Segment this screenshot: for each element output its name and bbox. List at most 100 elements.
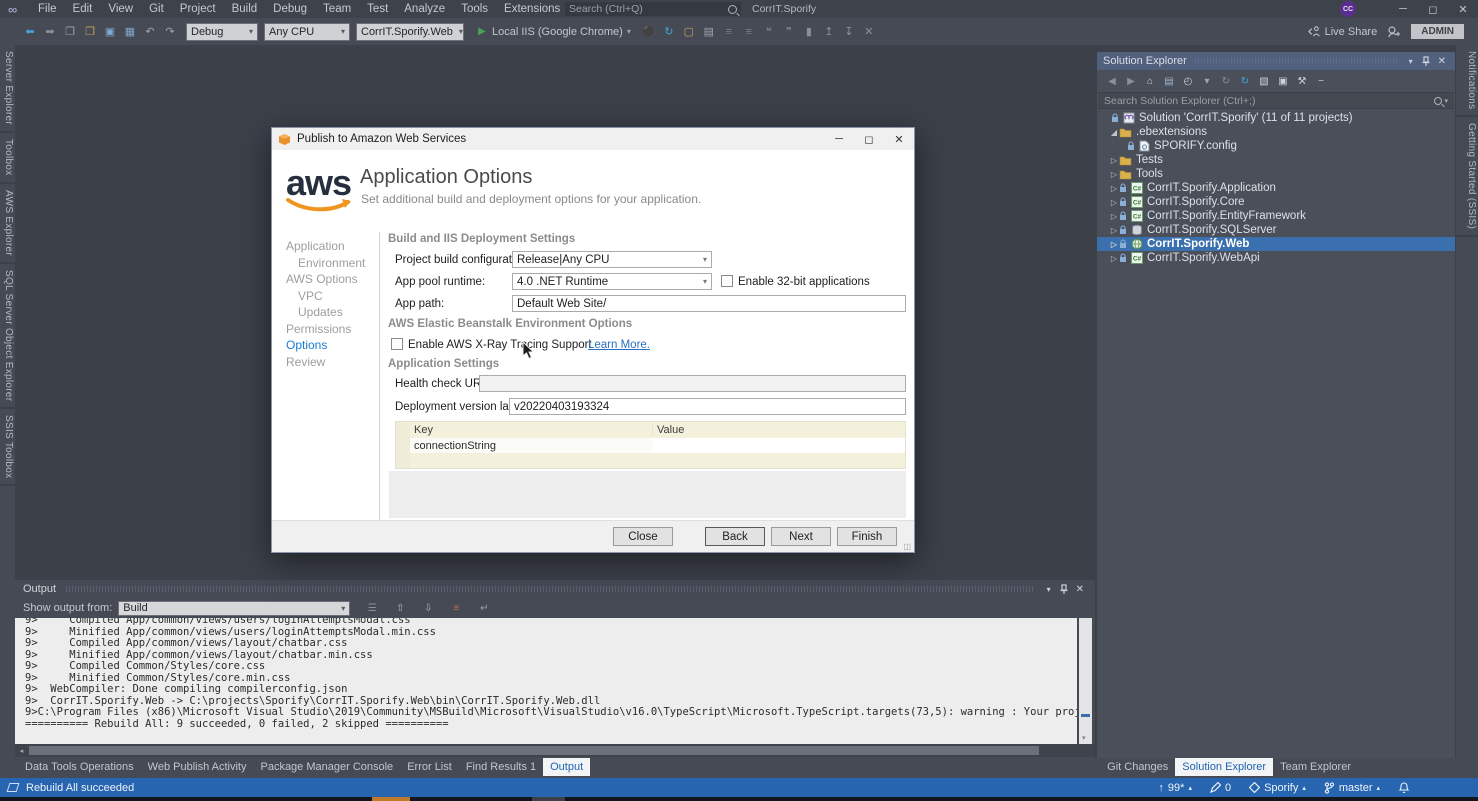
wizard-nav-vpc[interactable]: VPC [286, 288, 365, 305]
side-tab-aws-explorer[interactable]: AWS Explorer [0, 184, 15, 264]
tree-item-corrit-sporify-sqlserver[interactable]: ▷CorrIT.Sporify.SQLServer [1097, 223, 1455, 237]
expander-collapsed-icon[interactable]: ▷ [1109, 156, 1119, 165]
version-input[interactable]: v20220403193324 [509, 398, 906, 415]
scroll-down-icon[interactable]: ▾ [1082, 734, 1086, 742]
properties-icon[interactable]: ▧ [1257, 73, 1271, 89]
indent-icon[interactable]: ≡ [721, 24, 737, 40]
new-project-icon[interactable]: ❐ [62, 24, 78, 40]
tree-item-corrit-sporify-application[interactable]: ▷C#CorrIT.Sporify.Application [1097, 181, 1455, 195]
menu-item-tools[interactable]: Tools [453, 3, 496, 15]
health-check-input[interactable] [479, 375, 906, 392]
expander-collapsed-icon[interactable]: ▷ [1109, 226, 1119, 235]
expander-collapsed-icon[interactable]: ▷ [1109, 170, 1119, 179]
redo-icon[interactable]: ↷ [162, 24, 178, 40]
side-tab-toolbox[interactable]: Toolbox [0, 133, 15, 184]
tree-item-corrit-sporify-core[interactable]: ▷C#CorrIT.Sporify.Core [1097, 195, 1455, 209]
wizard-nav-review[interactable]: Review [286, 354, 365, 371]
tab-data-tools-operations[interactable]: Data Tools Operations [18, 758, 141, 776]
repository-picker[interactable]: Sporify ▴ [1249, 782, 1306, 794]
menu-item-build[interactable]: Build [224, 3, 266, 15]
solution-explorer-titlebar[interactable]: Solution Explorer ▾ ✕ [1097, 52, 1455, 70]
sync-icon[interactable]: ↻ [1238, 73, 1252, 89]
uncomment-icon[interactable]: ❞ [781, 24, 797, 40]
minimize-button[interactable]: ─ [824, 128, 854, 150]
forward-icon[interactable]: ➡ [42, 24, 58, 40]
wizard-nav-application[interactable]: Application [286, 238, 365, 255]
messages-icon[interactable]: ☰ [364, 600, 380, 616]
menu-item-git[interactable]: Git [141, 3, 172, 15]
tab-web-publish-activity[interactable]: Web Publish Activity [141, 758, 254, 776]
finish-button[interactable]: Finish [837, 527, 897, 546]
startup-project-dropdown[interactable]: CorrIT.Sporify.Web▾ [356, 23, 464, 41]
expander-collapsed-icon[interactable]: ▷ [1109, 240, 1119, 249]
tab-output[interactable]: Output [543, 758, 590, 776]
close-icon[interactable]: ✕ [1073, 584, 1087, 595]
tab-find-results-1[interactable]: Find Results 1 [459, 758, 543, 776]
scrollbar-thumb[interactable] [1081, 714, 1090, 717]
wizard-nav-options[interactable]: Options [286, 337, 365, 354]
app-pool-dropdown[interactable]: 4.0 .NET Runtime▾ [512, 273, 712, 290]
grid-cell-key[interactable]: connectionString [410, 440, 653, 452]
open-file-icon[interactable]: ❐ [82, 24, 98, 40]
menu-item-analyze[interactable]: Analyze [396, 3, 453, 15]
document-outline-icon[interactable]: ▤ [701, 24, 717, 40]
goto-next-message-icon[interactable]: ⇩ [420, 600, 436, 616]
build-config-dropdown[interactable]: Release|Any CPU▾ [512, 251, 712, 268]
menu-item-debug[interactable]: Debug [265, 3, 315, 15]
bookmark-prev-icon[interactable]: ↥ [821, 24, 837, 40]
menu-item-view[interactable]: View [100, 3, 141, 15]
preview-icon[interactable]: ▣ [1276, 73, 1290, 89]
tree-item-ebextensions[interactable]: ◢.ebextensions [1097, 125, 1455, 139]
forward-icon[interactable]: ▶ [1124, 73, 1138, 89]
restore-button[interactable]: ◻ [1418, 0, 1448, 18]
toggle-word-wrap-icon[interactable]: ↵ [476, 600, 492, 616]
search-box[interactable]: Search (Ctrl+Q) [565, 2, 741, 16]
wizard-nav-environment[interactable]: Environment [286, 255, 365, 272]
collapse-all-icon[interactable]: − [1314, 73, 1328, 89]
tree-item-solution-corrit-sporify-11-of-11-projects[interactable]: Solution 'CorrIT.Sporify' (11 of 11 proj… [1097, 111, 1455, 125]
admin-button[interactable]: ADMIN [1411, 24, 1464, 39]
attach-icon[interactable]: ⚫ [641, 24, 657, 40]
window-position-caret-icon[interactable]: ▾ [1405, 57, 1417, 66]
grid-col-value[interactable]: Value [653, 424, 684, 436]
expander-collapsed-icon[interactable]: ▷ [1109, 212, 1119, 221]
dropdown-icon[interactable]: ▾ [1200, 73, 1214, 89]
start-debugging-icon[interactable]: ▶ [474, 24, 490, 40]
minimize-button[interactable]: ─ [1388, 0, 1418, 18]
outdent-icon[interactable]: ≡ [741, 24, 757, 40]
tree-item-corrit-sporify-entityframework[interactable]: ▷C#CorrIT.Sporify.EntityFramework [1097, 209, 1455, 223]
expander-expanded-icon[interactable]: ◢ [1109, 128, 1119, 137]
xray-checkbox[interactable] [391, 338, 403, 350]
pin-icon[interactable] [1421, 56, 1431, 67]
pin-icon[interactable] [1059, 584, 1069, 595]
menu-item-test[interactable]: Test [359, 3, 396, 15]
close-button[interactable]: ✕ [884, 128, 914, 150]
dialog-titlebar[interactable]: Publish to Amazon Web Services ─ ◻ ✕ [272, 128, 914, 150]
pending-edits-button[interactable]: 0 [1210, 782, 1231, 794]
horizontal-scrollbar[interactable]: ◂ [15, 744, 1095, 757]
menu-item-team[interactable]: Team [315, 3, 359, 15]
next-button[interactable]: Next [771, 527, 831, 546]
avatar[interactable]: CC [1340, 1, 1356, 17]
bookmark-next-icon[interactable]: ↧ [841, 24, 857, 40]
output-titlebar[interactable]: Output ▾ ✕ [15, 580, 1095, 598]
maximize-button[interactable]: ◻ [854, 128, 884, 150]
side-tab-server-explorer[interactable]: Server Explorer [0, 45, 15, 133]
scroll-left-icon[interactable]: ◂ [15, 747, 28, 755]
back-icon[interactable]: ⬅ [22, 24, 38, 40]
app-path-input[interactable]: Default Web Site/ [512, 295, 906, 312]
scrollbar-thumb[interactable] [29, 746, 1039, 755]
menu-item-extensions[interactable]: Extensions [496, 3, 568, 15]
grid-new-row[interactable] [396, 453, 905, 468]
grid-row[interactable]: connectionString [396, 438, 905, 453]
save-icon[interactable]: ▣ [102, 24, 118, 40]
browse-web-icon[interactable]: ▢ [681, 24, 697, 40]
goto-prev-message-icon[interactable]: ⇧ [392, 600, 408, 616]
close-button[interactable]: ✕ [1448, 0, 1478, 18]
enable-32bit-checkbox[interactable] [721, 275, 733, 287]
pending-changes-filter-icon[interactable]: ◴ [1181, 73, 1195, 89]
live-share-button[interactable]: Live Share [1308, 25, 1378, 38]
sync-active-doc-icon[interactable]: ▤ [1162, 73, 1176, 89]
home-icon[interactable]: ⌂ [1143, 73, 1157, 89]
push-commits-button[interactable]: ↑ 99* ▴ [1158, 782, 1192, 794]
